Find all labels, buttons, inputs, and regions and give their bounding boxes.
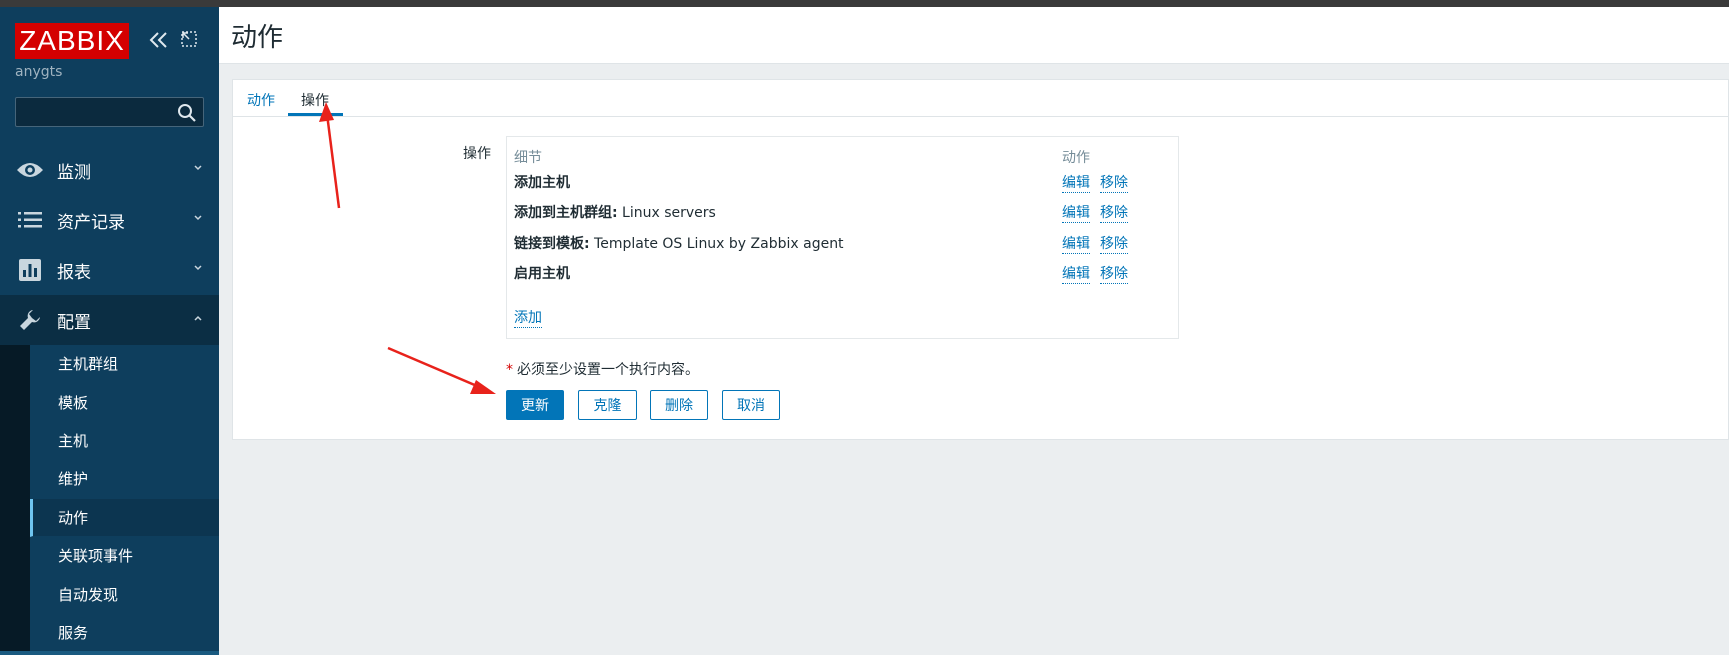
submenu-discovery[interactable]: 自动发现 — [30, 575, 219, 614]
remove-link[interactable]: 移除 — [1100, 202, 1128, 223]
table-row: 添加到主机群组: Linux servers 编辑 移除 — [507, 197, 1178, 227]
list-icon — [15, 206, 45, 234]
sidebar-bottom-strip — [0, 651, 219, 655]
configuration-submenu: 主机群组 模板 主机 维护 动作 关联项事件 自动发现 服务 — [0, 345, 219, 653]
submenu-templates[interactable]: 模板 — [30, 383, 219, 422]
remove-link[interactable]: 移除 — [1100, 172, 1128, 193]
operations-label: 操作 — [463, 146, 491, 162]
main-menu: 监测 资产记录 报表 配置 主机群组 模板 主机 维护 动作 关联项事件 自动发… — [0, 145, 219, 653]
operation-type: 链接到模板: — [514, 236, 590, 252]
server-name: anygts — [15, 64, 63, 80]
active-tab-indicator — [288, 113, 343, 116]
window-top-bar — [0, 0, 1729, 7]
operation-type: 启用主机 — [514, 266, 570, 282]
submenu-services[interactable]: 服务 — [30, 613, 219, 653]
page-title: 动作 — [231, 23, 284, 53]
menu-label: 资产记录 — [57, 212, 125, 233]
submenu-hosts[interactable]: 主机 — [30, 421, 219, 461]
menu-configuration[interactable]: 配置 — [0, 295, 219, 345]
operation-target: Linux servers — [617, 205, 716, 221]
operation-type: 添加到主机群组: — [514, 205, 618, 221]
tab-operations[interactable]: 操作 — [301, 90, 329, 110]
page-header: 动作 — [219, 7, 1729, 64]
menu-monitoring[interactable]: 监测 — [0, 145, 219, 195]
operation-detail: 启用主机 — [514, 263, 570, 283]
delete-button[interactable]: 删除 — [650, 390, 708, 420]
operation-type: 添加主机 — [514, 175, 570, 191]
edit-link[interactable]: 编辑 — [1062, 263, 1090, 284]
action-form-panel: 动作 操作 操作 细节 动作 添加主机 编辑 移除 添加到主机群组: Linux… — [232, 79, 1729, 440]
column-header-detail: 细节 — [514, 150, 542, 166]
table-row: 添加主机 编辑 移除 — [507, 167, 1178, 197]
menu-reports[interactable]: 报表 — [0, 245, 219, 295]
search-icon[interactable] — [177, 103, 197, 123]
operation-detail: 添加到主机群组: Linux servers — [514, 202, 716, 222]
menu-inventory[interactable]: 资产记录 — [0, 195, 219, 245]
column-header-action: 动作 — [1062, 150, 1090, 166]
search-input[interactable] — [16, 98, 166, 126]
table-row: 链接到模板: Template OS Linux by Zabbix agent… — [507, 228, 1178, 258]
add-operation-link[interactable]: 添加 — [514, 307, 542, 328]
update-button[interactable]: 更新 — [506, 390, 564, 420]
operation-detail: 链接到模板: Template OS Linux by Zabbix agent — [514, 233, 844, 253]
bar-chart-icon — [15, 256, 45, 284]
operation-target: Template OS Linux by Zabbix agent — [589, 236, 844, 252]
submenu-maintenance[interactable]: 维护 — [30, 460, 219, 499]
tab-action[interactable]: 动作 — [247, 90, 275, 110]
remove-link[interactable]: 移除 — [1100, 263, 1128, 284]
chevron-down-icon — [194, 215, 202, 221]
requirement-note: * 必须至少设置一个执行内容。 — [506, 359, 699, 379]
kiosk-mode-icon[interactable] — [180, 29, 198, 49]
tab-bar: 动作 操作 — [233, 80, 1728, 117]
chevron-up-icon — [194, 315, 202, 321]
submenu-actions[interactable]: 动作 — [30, 498, 219, 537]
remove-link[interactable]: 移除 — [1100, 233, 1128, 254]
submenu-host-groups[interactable]: 主机群组 — [30, 345, 219, 384]
edit-link[interactable]: 编辑 — [1062, 233, 1090, 254]
table-row: 启用主机 编辑 移除 — [507, 258, 1178, 288]
eye-icon — [15, 156, 45, 184]
wrench-icon — [15, 306, 45, 334]
zabbix-logo[interactable]: ZABBIX — [15, 23, 129, 59]
submenu-event-correlation[interactable]: 关联项事件 — [30, 536, 219, 576]
menu-label: 监测 — [57, 162, 91, 183]
required-asterisk: * — [506, 362, 513, 378]
chevron-down-icon — [194, 165, 202, 171]
collapse-sidebar-icon[interactable] — [148, 27, 170, 53]
sidebar: ZABBIX anygts 监测 资产记录 报表 配置 主机群组 模板 主机 维… — [0, 7, 219, 655]
chevron-down-icon — [194, 265, 202, 271]
menu-label: 报表 — [57, 262, 91, 283]
requirement-text: 必须至少设置一个执行内容。 — [517, 362, 699, 378]
operations-table: 细节 动作 添加主机 编辑 移除 添加到主机群组: Linux servers … — [506, 136, 1179, 339]
edit-link[interactable]: 编辑 — [1062, 172, 1090, 193]
clone-button[interactable]: 克隆 — [578, 390, 637, 420]
cancel-button[interactable]: 取消 — [722, 390, 780, 420]
menu-label: 配置 — [57, 312, 91, 333]
search-field[interactable] — [15, 97, 204, 127]
operation-detail: 添加主机 — [514, 172, 570, 192]
edit-link[interactable]: 编辑 — [1062, 202, 1090, 223]
